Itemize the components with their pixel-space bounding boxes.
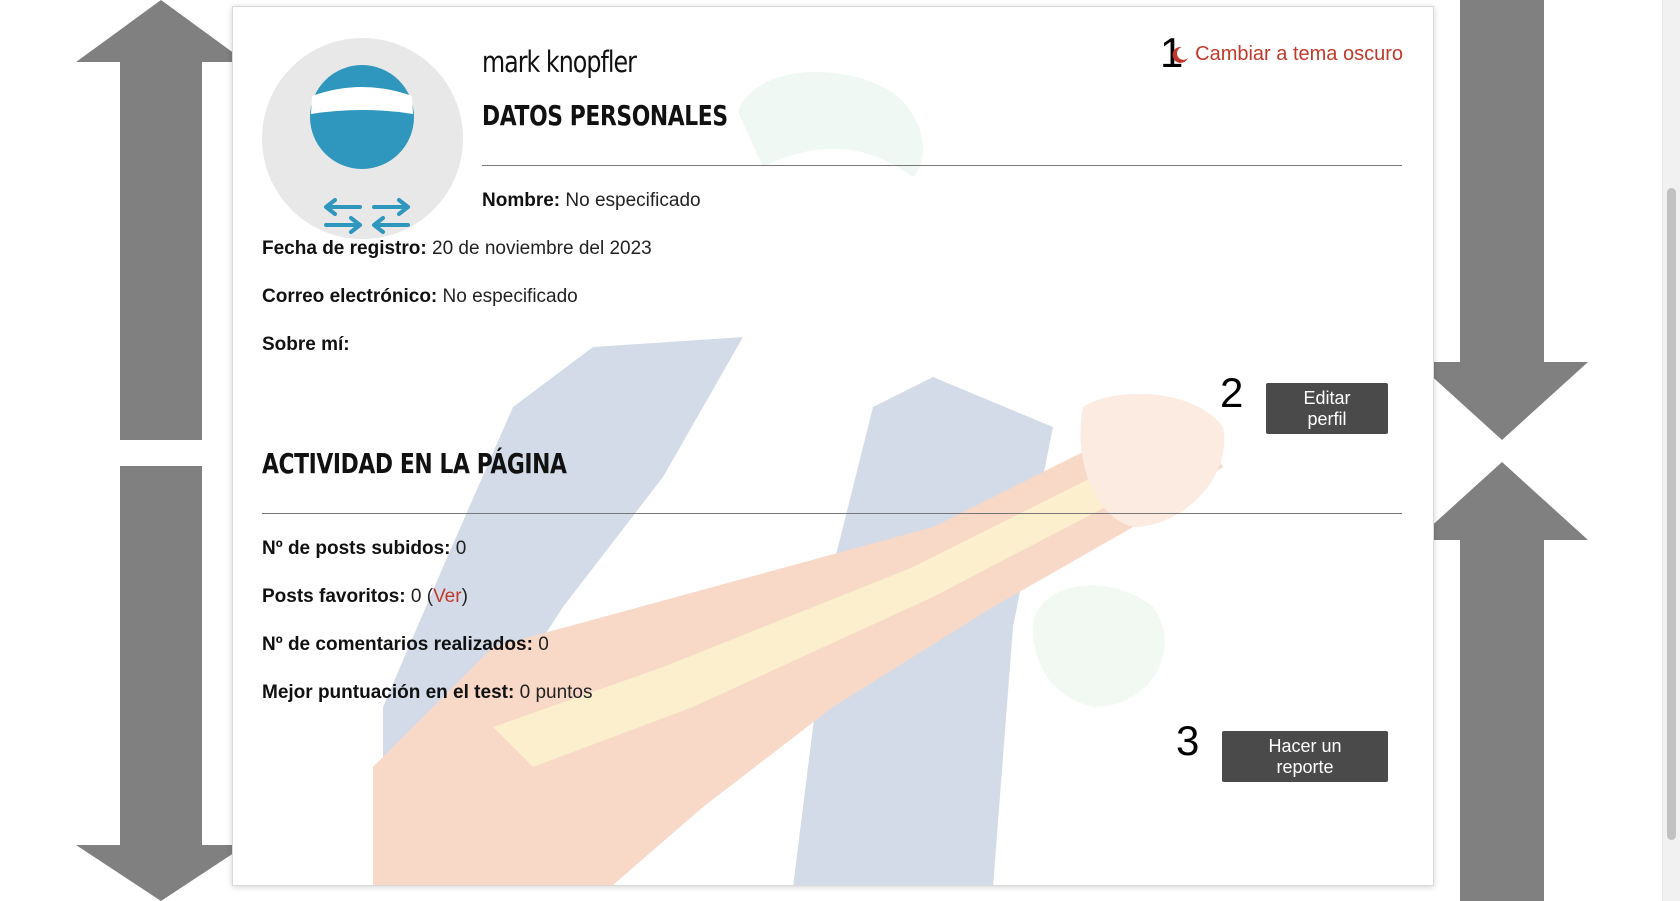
field-label: Nº de comentarios realizados: (262, 634, 533, 655)
field-value: 0 puntos (519, 682, 593, 703)
field-posts-uploaded: Nº de posts subidos: 0 (262, 538, 466, 560)
right-up-arrow (1416, 462, 1588, 901)
field-about-me: Sobre mí: (262, 334, 350, 356)
field-label: Nº de posts subidos: (262, 538, 451, 559)
vertical-scrollbar[interactable] (1662, 0, 1680, 901)
field-label: Nombre: (482, 190, 561, 211)
annotation-number-2: 2 (1220, 369, 1244, 416)
field-label: Fecha de registro: (262, 238, 427, 259)
field-value: 0 (455, 538, 467, 559)
paren-close: ) (461, 586, 468, 607)
field-email: Correo electrónico: No especificado (262, 286, 578, 308)
scrollbar-thumb[interactable] (1667, 188, 1676, 840)
moon-icon (1172, 46, 1189, 63)
field-value: 0 (410, 586, 422, 607)
personal-data-title: DATOS PERSONALES (482, 99, 728, 132)
username: mark knopfler (482, 45, 637, 79)
view-favorites-link[interactable]: Ver (433, 586, 462, 607)
field-favorite-posts: Posts favoritos: 0 (Ver) (262, 586, 468, 608)
field-label: Sobre mí: (262, 334, 350, 355)
field-registration-date: Fecha de registro: 20 de noviembre del 2… (262, 238, 652, 260)
activity-title: ACTIVIDAD EN LA PÁGINA (262, 447, 567, 480)
profile-content: mark knopfler 1 Cambiar a tema oscuro DA… (233, 7, 1433, 885)
left-down-arrow (76, 466, 246, 901)
theme-toggle-label: Cambiar a tema oscuro (1195, 43, 1403, 65)
edit-profile-button[interactable]: Editar perfil (1266, 383, 1388, 434)
field-label: Posts favoritos: (262, 586, 406, 607)
field-name: Nombre: No especificado (482, 190, 701, 212)
divider (262, 513, 1402, 514)
paren-open: ( (421, 586, 434, 607)
annotation-number-3: 3 (1176, 717, 1200, 764)
field-value: No especificado (442, 286, 578, 307)
theme-toggle-link[interactable]: Cambiar a tema oscuro (1171, 43, 1403, 66)
left-up-arrow (76, 0, 246, 440)
divider (482, 165, 1402, 166)
right-down-arrow (1416, 0, 1588, 440)
field-value: No especificado (565, 190, 701, 211)
field-best-score: Mejor puntuación en el test: 0 puntos (262, 682, 593, 704)
profile-card: mark knopfler 1 Cambiar a tema oscuro DA… (232, 6, 1434, 886)
field-comments-made: Nº de comentarios realizados: 0 (262, 634, 549, 656)
field-value: 20 de noviembre del 2023 (432, 238, 652, 259)
report-button[interactable]: Hacer un reporte (1222, 731, 1388, 782)
swap-arrows-icon[interactable] (318, 195, 418, 239)
field-label: Mejor puntuación en el test: (262, 682, 515, 703)
field-value: 0 (538, 634, 549, 655)
field-label: Correo electrónico: (262, 286, 438, 307)
